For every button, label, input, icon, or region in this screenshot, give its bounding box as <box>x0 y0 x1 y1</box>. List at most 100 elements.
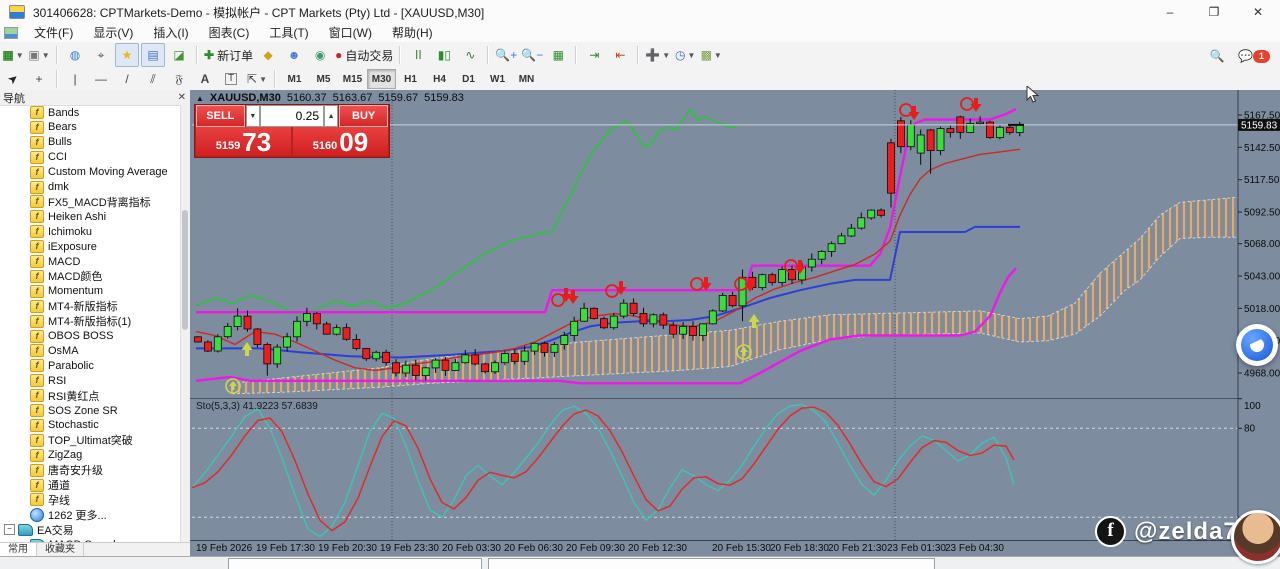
navigator-header[interactable]: 导航 ✕ <box>0 90 190 106</box>
navigator-item[interactable]: fCustom Moving Average <box>30 165 168 180</box>
navigator-item[interactable]: fMACD颜色 <box>30 269 102 284</box>
maximize-button[interactable]: ❐ <box>1192 0 1236 24</box>
navigator-item[interactable]: −EA交易 <box>4 522 74 537</box>
data-window-button[interactable]: ⌖ <box>89 43 113 67</box>
volume-input[interactable] <box>260 105 324 127</box>
horizontal-line-tool[interactable]: — <box>89 67 113 91</box>
community-button[interactable]: ◉ <box>308 43 332 67</box>
menu-item[interactable]: 插入(I) <box>143 24 198 42</box>
navigator-button[interactable]: ★ <box>115 43 139 67</box>
timeframe-button-d1[interactable]: D1 <box>454 69 483 89</box>
navigator-item[interactable]: fdmk <box>30 180 69 195</box>
profiles-button[interactable]: ▣▼ <box>27 43 51 67</box>
navigator-item[interactable]: fStochastic <box>30 418 99 433</box>
navigator-item[interactable]: fiExposure <box>30 239 97 254</box>
new-chart-button[interactable]: ▦▼ <box>1 43 25 67</box>
navigator-item[interactable]: fMT4-新版指标(1) <box>30 314 131 329</box>
arrows-tool[interactable]: ⇱▼ <box>245 67 269 91</box>
line-chart-mode-button[interactable]: ∿ <box>458 43 482 67</box>
chart-shift-button[interactable]: ⇤ <box>608 43 632 67</box>
navigator-close-icon[interactable]: ✕ <box>178 92 186 103</box>
navigator-item[interactable]: f通道 <box>30 478 70 493</box>
buy-price-display[interactable]: 5160 09 <box>293 127 388 156</box>
timeframe-button-m1[interactable]: M1 <box>280 69 309 89</box>
navigator-item[interactable]: fCCI <box>30 150 67 165</box>
navigator-item[interactable]: f孕线 <box>30 492 70 507</box>
navigator-item[interactable]: fMT4-新版指标 <box>30 299 118 314</box>
timeframe-button-m30[interactable]: M30 <box>367 69 396 89</box>
navigator-item[interactable]: fParabolic <box>30 358 94 373</box>
navigator-item[interactable]: fRSI <box>30 373 66 388</box>
text-label-tool[interactable]: T <box>219 67 243 91</box>
menu-item[interactable]: 显示(V) <box>83 24 143 42</box>
menu-item[interactable]: 帮助(H) <box>382 24 443 42</box>
terminal-button[interactable]: ▤ <box>141 43 165 67</box>
navigator-item[interactable]: f唐奇安升级 <box>30 463 103 478</box>
volume-up-stepper[interactable]: ▲ <box>324 105 338 127</box>
volume-down-stepper[interactable]: ▼ <box>246 105 260 127</box>
navigator-item[interactable]: fBulls <box>30 135 72 150</box>
periods-button[interactable]: ◷▼ <box>673 43 697 67</box>
navigator-scrollbar[interactable] <box>180 105 190 543</box>
minimize-button[interactable]: – <box>1148 0 1192 24</box>
new-order-button[interactable]: ✚新订单 <box>203 43 254 67</box>
vertical-line-tool[interactable]: | <box>63 67 87 91</box>
navigator-item[interactable]: fOBOS BOSS <box>30 329 113 344</box>
candle-chart-mode-button[interactable]: ▮▯ <box>432 43 456 67</box>
market-watch-button[interactable]: ◍ <box>63 43 87 67</box>
timeframe-button-h4[interactable]: H4 <box>425 69 454 89</box>
chart-window[interactable]: 5167.505142.505117.505092.505068.005043.… <box>190 90 1280 556</box>
menu-item[interactable]: 文件(F) <box>24 24 83 42</box>
timeframe-button-m15[interactable]: M15 <box>338 69 367 89</box>
channel-tool[interactable]: ⫽ <box>141 67 165 91</box>
timeframe-button-w1[interactable]: W1 <box>483 69 512 89</box>
cursor-tool-button[interactable]: ➤ <box>1 67 25 91</box>
sell-button[interactable]: SELL <box>196 105 245 127</box>
navigator-item[interactable]: fBears <box>30 120 77 135</box>
zoom-out-button[interactable]: 🔍− <box>520 43 544 67</box>
indicators-button[interactable]: ➕▼ <box>644 43 671 67</box>
text-tool[interactable]: A <box>193 67 217 91</box>
fibonacci-tool[interactable]: 𝔉 <box>167 67 191 91</box>
tree-expander-icon[interactable]: − <box>4 524 15 535</box>
search-icon[interactable]: 🔍 <box>1205 44 1229 68</box>
chart-window-icon[interactable] <box>4 27 18 39</box>
navigator-item[interactable]: fZigZag <box>30 448 82 463</box>
navigator-tab[interactable]: 收藏夹 <box>37 543 84 556</box>
navigator-item[interactable]: fBands <box>30 105 79 120</box>
zoom-in-button[interactable]: 🔍+ <box>494 43 518 67</box>
navigator-item[interactable]: fFX5_MACD背离指标 <box>30 194 151 209</box>
collapse-triangle-icon[interactable]: ▲ <box>196 94 204 103</box>
crosshair-tool-button[interactable]: + <box>27 67 51 91</box>
close-button[interactable]: ✕ <box>1236 0 1280 24</box>
auto-scroll-button[interactable]: ⇥ <box>582 43 606 67</box>
timeframe-button-h1[interactable]: H1 <box>396 69 425 89</box>
market-button[interactable]: ☻ <box>282 43 306 67</box>
navigator-item[interactable]: fRSI黄红点 <box>30 388 99 403</box>
timeframe-button-m5[interactable]: M5 <box>309 69 338 89</box>
menu-item[interactable]: 窗口(W) <box>319 24 382 42</box>
templates-button[interactable]: ▩▼ <box>699 43 723 67</box>
navigator-item[interactable]: fMomentum <box>30 284 103 299</box>
strategy-tester-button[interactable]: ◪ <box>167 43 191 67</box>
navigator-item[interactable]: fOsMA <box>30 343 79 358</box>
browser-float-button[interactable] <box>1236 324 1278 366</box>
notifications-icon[interactable]: 💬1 <box>1237 44 1271 68</box>
navigator-item[interactable]: fSOS Zone SR <box>30 403 118 418</box>
scrollbar-thumb[interactable] <box>182 210 188 330</box>
navigator-tab[interactable]: 常用 <box>0 543 37 556</box>
metaeditor-button[interactable]: ◆ <box>256 43 280 67</box>
navigator-item[interactable]: 1262 更多... <box>30 507 107 522</box>
autotrading-button[interactable]: ●自动交易 <box>334 43 394 67</box>
tile-windows-button[interactable]: ▦ <box>546 43 570 67</box>
navigator-item[interactable]: fMACD <box>30 254 80 269</box>
buy-button[interactable]: BUY <box>339 105 388 127</box>
timeframe-button-mn[interactable]: MN <box>512 69 541 89</box>
sell-price-display[interactable]: 5159 73 <box>196 127 291 156</box>
navigator-item[interactable]: fTOP_Ultimat突破 <box>30 433 133 448</box>
navigator-item[interactable]: fIchimoku <box>30 224 92 239</box>
bar-chart-mode-button[interactable]: ⅼⅼ <box>406 43 430 67</box>
menu-item[interactable]: 图表(C) <box>199 24 260 42</box>
trendline-tool[interactable]: / <box>115 67 139 91</box>
menu-item[interactable]: 工具(T) <box>259 24 318 42</box>
